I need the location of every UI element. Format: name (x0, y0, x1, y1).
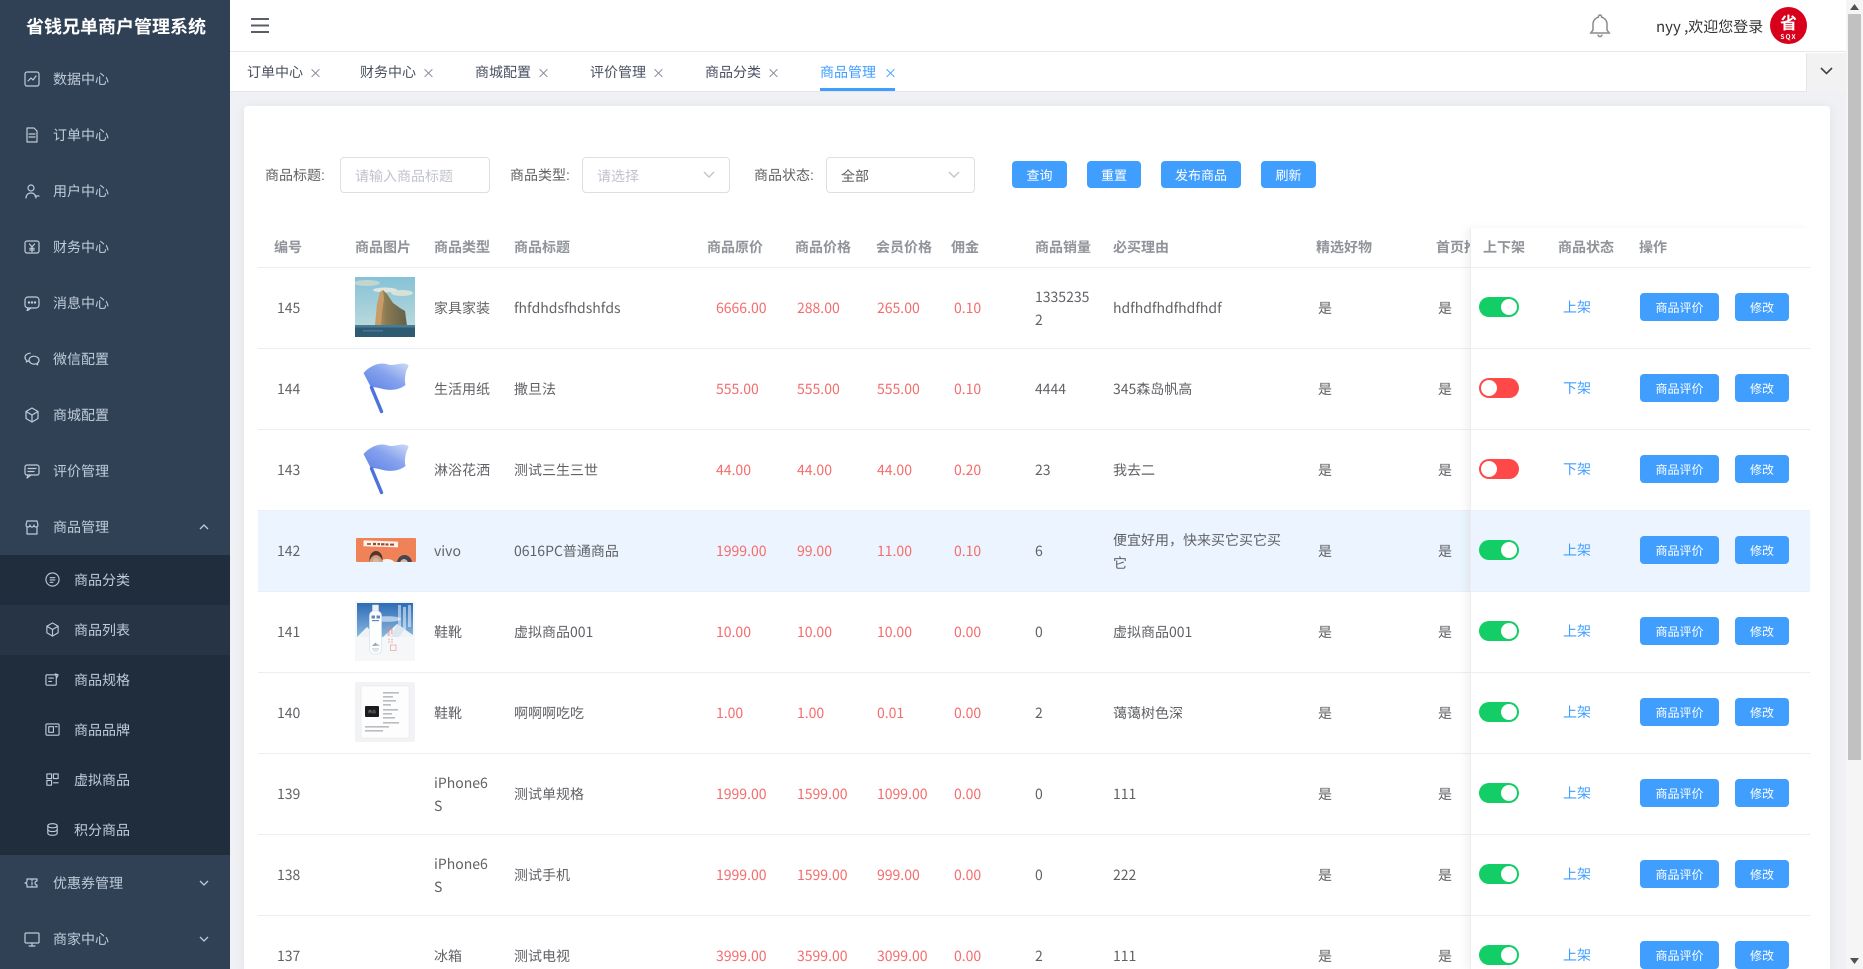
svg-text:商品: 商品 (368, 709, 376, 715)
